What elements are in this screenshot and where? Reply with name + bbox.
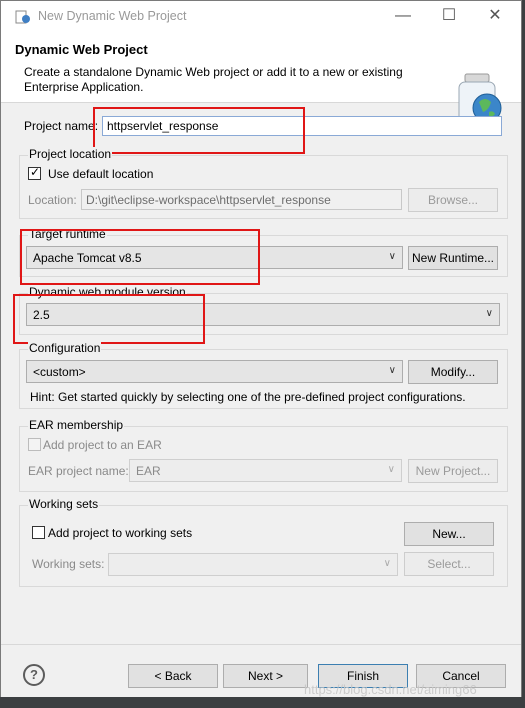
working-sets-label: Working sets: [32, 557, 105, 571]
ear-membership-group-label: EAR membership [28, 418, 125, 432]
annotation-highlight-box [20, 229, 260, 285]
new-runtime-button[interactable]: New Runtime... [408, 246, 498, 270]
add-to-working-sets-label: Add project to working sets [48, 526, 193, 540]
chevron-down-icon: ∨ [387, 464, 395, 475]
window-title: New Dynamic Web Project [38, 9, 187, 23]
configuration-group-label: Configuration [28, 341, 102, 355]
background-editor-strip [0, 697, 525, 708]
annotation-highlight-box [13, 294, 205, 344]
working-sets-select[interactable]: ∨ [108, 553, 398, 576]
footer-divider [1, 644, 521, 645]
back-button[interactable]: < Back [128, 664, 218, 688]
new-working-set-button[interactable]: New... [404, 522, 494, 546]
browse-button[interactable]: Browse... [408, 188, 498, 212]
chevron-down-icon: ∨ [485, 308, 493, 319]
location-label: Location: [28, 193, 77, 207]
ear-project-value: EAR [136, 464, 161, 478]
help-icon[interactable]: ? [23, 664, 45, 686]
page-description: Create a standalone Dynamic Web project … [24, 65, 403, 94]
add-to-ear-label: Add project to an EAR [43, 438, 162, 452]
maximize-icon[interactable]: ☐ [435, 5, 463, 27]
chevron-down-icon: ∨ [388, 251, 396, 262]
configuration-value: <custom> [33, 365, 86, 379]
configuration-hint: Hint: Get started quickly by selecting o… [30, 390, 466, 404]
project-location-group-label: Project location [28, 147, 113, 161]
page-title: Dynamic Web Project [15, 42, 148, 57]
wizard-header: Dynamic Web Project Create a standalone … [1, 32, 521, 123]
watermark-text: https://blog.csdn.net/aiming66 [304, 682, 477, 697]
add-to-ear-checkbox[interactable] [28, 438, 41, 451]
minimize-icon[interactable]: — [389, 5, 417, 27]
use-default-location-label: Use default location [48, 167, 154, 181]
ear-project-name-label: EAR project name: [28, 464, 129, 478]
next-button[interactable]: Next > [223, 664, 308, 688]
close-icon[interactable]: ✕ [481, 5, 509, 27]
chevron-down-icon: ∨ [383, 558, 391, 569]
annotation-highlight-box [93, 107, 305, 154]
eclipse-app-icon [15, 10, 30, 24]
select-working-sets-button[interactable]: Select... [404, 552, 494, 576]
title-bar: New Dynamic Web Project — ☐ ✕ [1, 1, 521, 32]
use-default-location-checkbox[interactable] [28, 165, 41, 180]
new-ear-project-button[interactable]: New Project... [408, 459, 498, 483]
working-sets-group-label: Working sets [28, 497, 100, 511]
project-name-label: Project name: [24, 119, 99, 133]
chevron-down-icon: ∨ [388, 365, 396, 376]
add-to-working-sets-checkbox[interactable] [32, 526, 45, 539]
configuration-select[interactable]: <custom> ∨ [26, 360, 403, 383]
ear-project-select[interactable]: EAR ∨ [129, 459, 402, 482]
dialog-window: New Dynamic Web Project — ☐ ✕ Dynamic We… [0, 0, 522, 706]
modify-button[interactable]: Modify... [408, 360, 498, 384]
location-input[interactable] [81, 189, 402, 210]
